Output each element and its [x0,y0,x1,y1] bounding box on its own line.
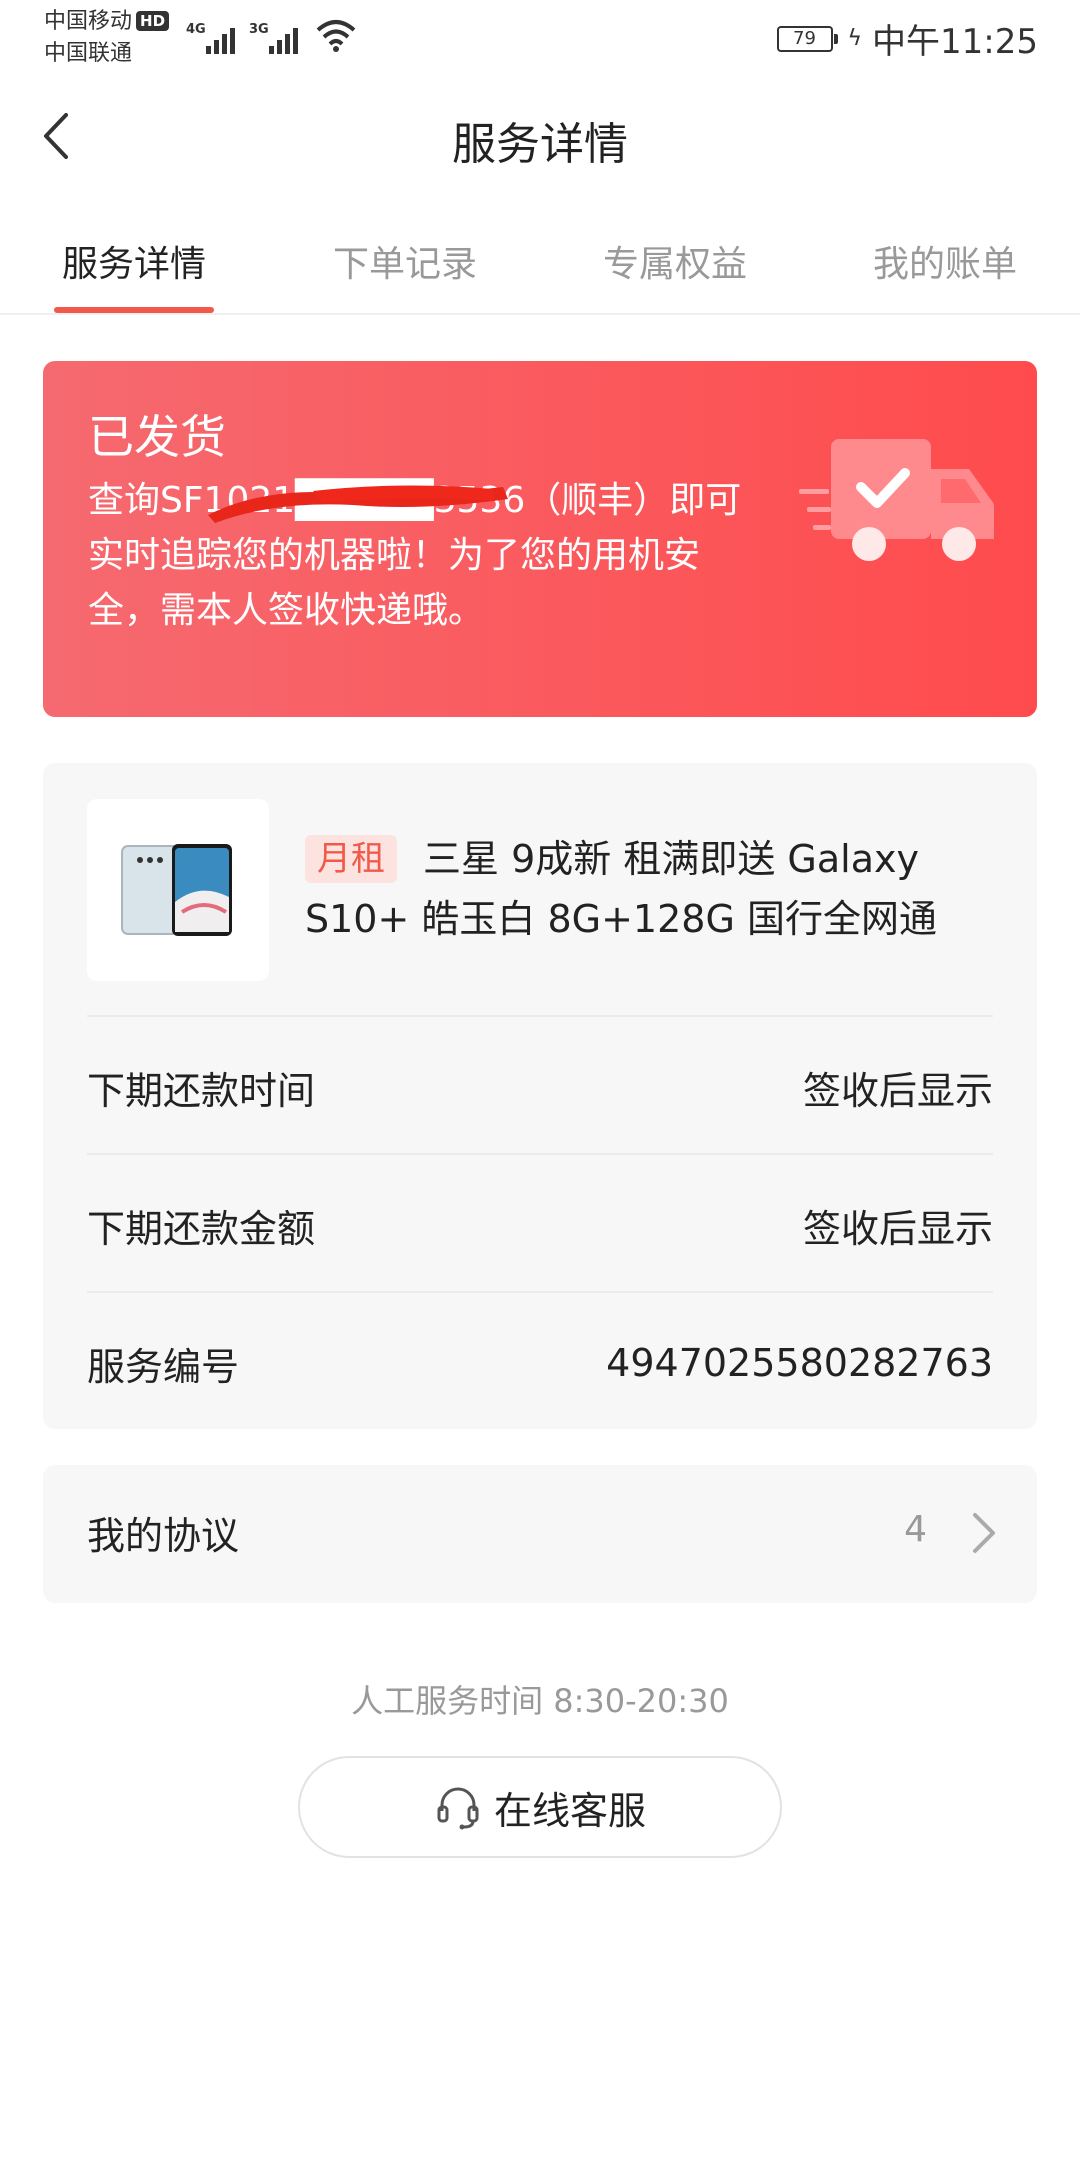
delivery-truck-icon [799,439,994,561]
divider [87,1291,993,1293]
detail-value: 4947025580282763 [606,1341,993,1385]
agreements-label: 我的协议 [87,1514,240,1558]
signal-2-label: 3G [249,22,269,37]
page-title: 服务详情 [452,119,628,170]
chevron-right-icon [973,1513,995,1553]
signal-1-icon: 4G [186,22,235,54]
wifi-icon [316,20,356,52]
product-image[interactable] [87,799,269,981]
rent-type-tag: 月租 [305,835,397,883]
signal-2-icon: 3G [249,22,298,54]
clock: 中午11:25 [872,22,1038,62]
detail-row-service-number: 服务编号 4947025580282763 [87,1333,993,1393]
active-tab-indicator [54,307,214,313]
service-hours: 人工服务时间 8:30-20:30 [351,1682,729,1720]
detail-label: 下期还款金额 [87,1206,316,1251]
agreements-count: 4 [904,1509,927,1550]
tab-bar: 服务详情 下单记录 专属权益 我的账单 [0,225,1080,315]
detail-row-next-payment-time: 下期还款时间 签收后显示 [87,1057,993,1117]
carrier-info: 中国移动 HD 中国联通 [44,6,170,70]
headset-icon [437,1787,479,1830]
online-support-label: 在线客服 [493,1788,646,1833]
redaction-scribble [208,485,508,523]
status-right: 79 ϟ 中午11:25 [776,14,1038,63]
signal-indicators: 4G 3G [186,14,356,54]
tab-service-details[interactable]: 服务详情 [34,235,234,287]
detail-row-next-payment-amount: 下期还款金额 签收后显示 [87,1195,993,1255]
service-info-card: 月租 三星 9成新 租满即送 Galaxy S10+ 皓玉白 8G+128G 国行… [43,763,1037,1429]
battery-level: 79 [776,25,833,52]
divider [87,1153,993,1155]
battery-icon: 79 [776,25,838,52]
detail-label: 下期还款时间 [87,1068,316,1113]
charging-icon: ϟ [847,26,863,51]
detail-value: 签收后显示 [802,1206,993,1251]
shipment-status-card: 已发货 查询SF1021█████3536（顺丰）即可实时追踪您的机器啦！为了您… [43,361,1037,717]
shipment-status: 已发货 [88,410,226,464]
header: 服务详情 [0,70,1080,200]
phone-image [121,844,232,936]
divider [87,1015,993,1017]
detail-value: 签收后显示 [802,1068,993,1113]
tab-my-bills[interactable]: 我的账单 [845,235,1045,287]
detail-label: 服务编号 [87,1344,240,1389]
tab-order-records[interactable]: 下单记录 [305,235,505,287]
hd-badge: HD [136,11,170,31]
carrier-1-name: 中国移动 [44,9,133,34]
online-support-button[interactable]: 在线客服 [298,1756,782,1858]
product-name: 三星 9成新 租满即送 Galaxy S10+ 皓玉白 8G+128G 国行全网… [305,837,937,941]
signal-1-label: 4G [186,22,206,37]
carrier-2-name: 中国联通 [44,41,133,66]
my-agreements-row[interactable]: 我的协议 4 [43,1465,1037,1603]
product-title: 月租 三星 9成新 租满即送 Galaxy S10+ 皓玉白 8G+128G 国行… [305,829,995,949]
status-bar: 中国移动 HD 中国联通 4G 3G 79 ϟ 中午11:25 [0,0,1080,70]
tab-exclusive-benefits[interactable]: 专属权益 [575,235,775,287]
